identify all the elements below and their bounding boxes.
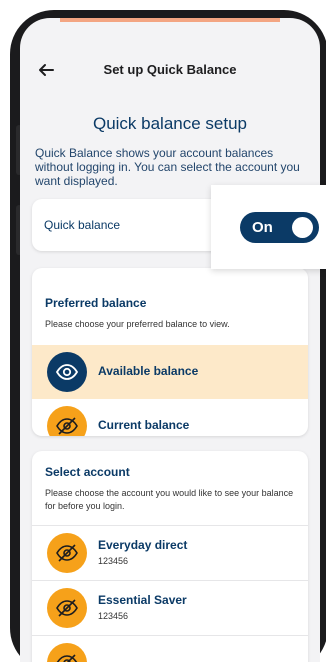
eye-off-icon [47, 533, 87, 573]
option-current-balance[interactable]: Current balance [32, 399, 308, 436]
page-title: Set up Quick Balance [103, 62, 237, 77]
setup-heading: Quick balance setup [92, 114, 248, 133]
account-row-essential-saver[interactable]: Essential Saver 123456 [32, 581, 308, 635]
account-number: 123456 [98, 556, 129, 566]
select-account-title: Select account [45, 465, 130, 479]
toggle-state-label: On [252, 219, 273, 236]
preferred-balance-subtitle: Please choose your preferred balance to … [45, 319, 230, 329]
toggle-callout: On [211, 185, 326, 269]
account-number: 123456 [98, 611, 129, 621]
app-screen: Set up Quick Balance Quick balance setup… [20, 18, 320, 662]
eye-off-icon [47, 643, 87, 662]
eye-icon [47, 352, 87, 392]
app-header: Set up Quick Balance [20, 54, 320, 86]
account-name: Everyday direct [98, 538, 188, 552]
option-available-balance[interactable]: Available balance [32, 345, 308, 399]
select-account-subtitle: Please choose the account you would like… [45, 488, 294, 511]
account-row-everyday-direct[interactable]: Everyday direct 123456 [32, 526, 308, 580]
setup-description: Quick Balance shows your account balance… [35, 146, 300, 188]
preferred-balance-card: Preferred balance Please choose your pre… [32, 268, 308, 436]
preferred-balance-title: Preferred balance [45, 296, 147, 310]
account-row-partial[interactable] [32, 636, 308, 662]
select-account-card: Select account Please choose the account… [32, 451, 308, 662]
account-name: Essential Saver [98, 593, 187, 607]
toggle-knob [292, 217, 313, 238]
top-strip [60, 18, 280, 22]
option-label: Available balance [98, 364, 199, 378]
eye-off-icon [47, 588, 87, 628]
quick-balance-toggle[interactable]: On [240, 212, 319, 243]
eye-off-icon [47, 406, 87, 436]
quick-balance-label: Quick balance [44, 218, 121, 232]
option-label: Current balance [98, 418, 190, 432]
